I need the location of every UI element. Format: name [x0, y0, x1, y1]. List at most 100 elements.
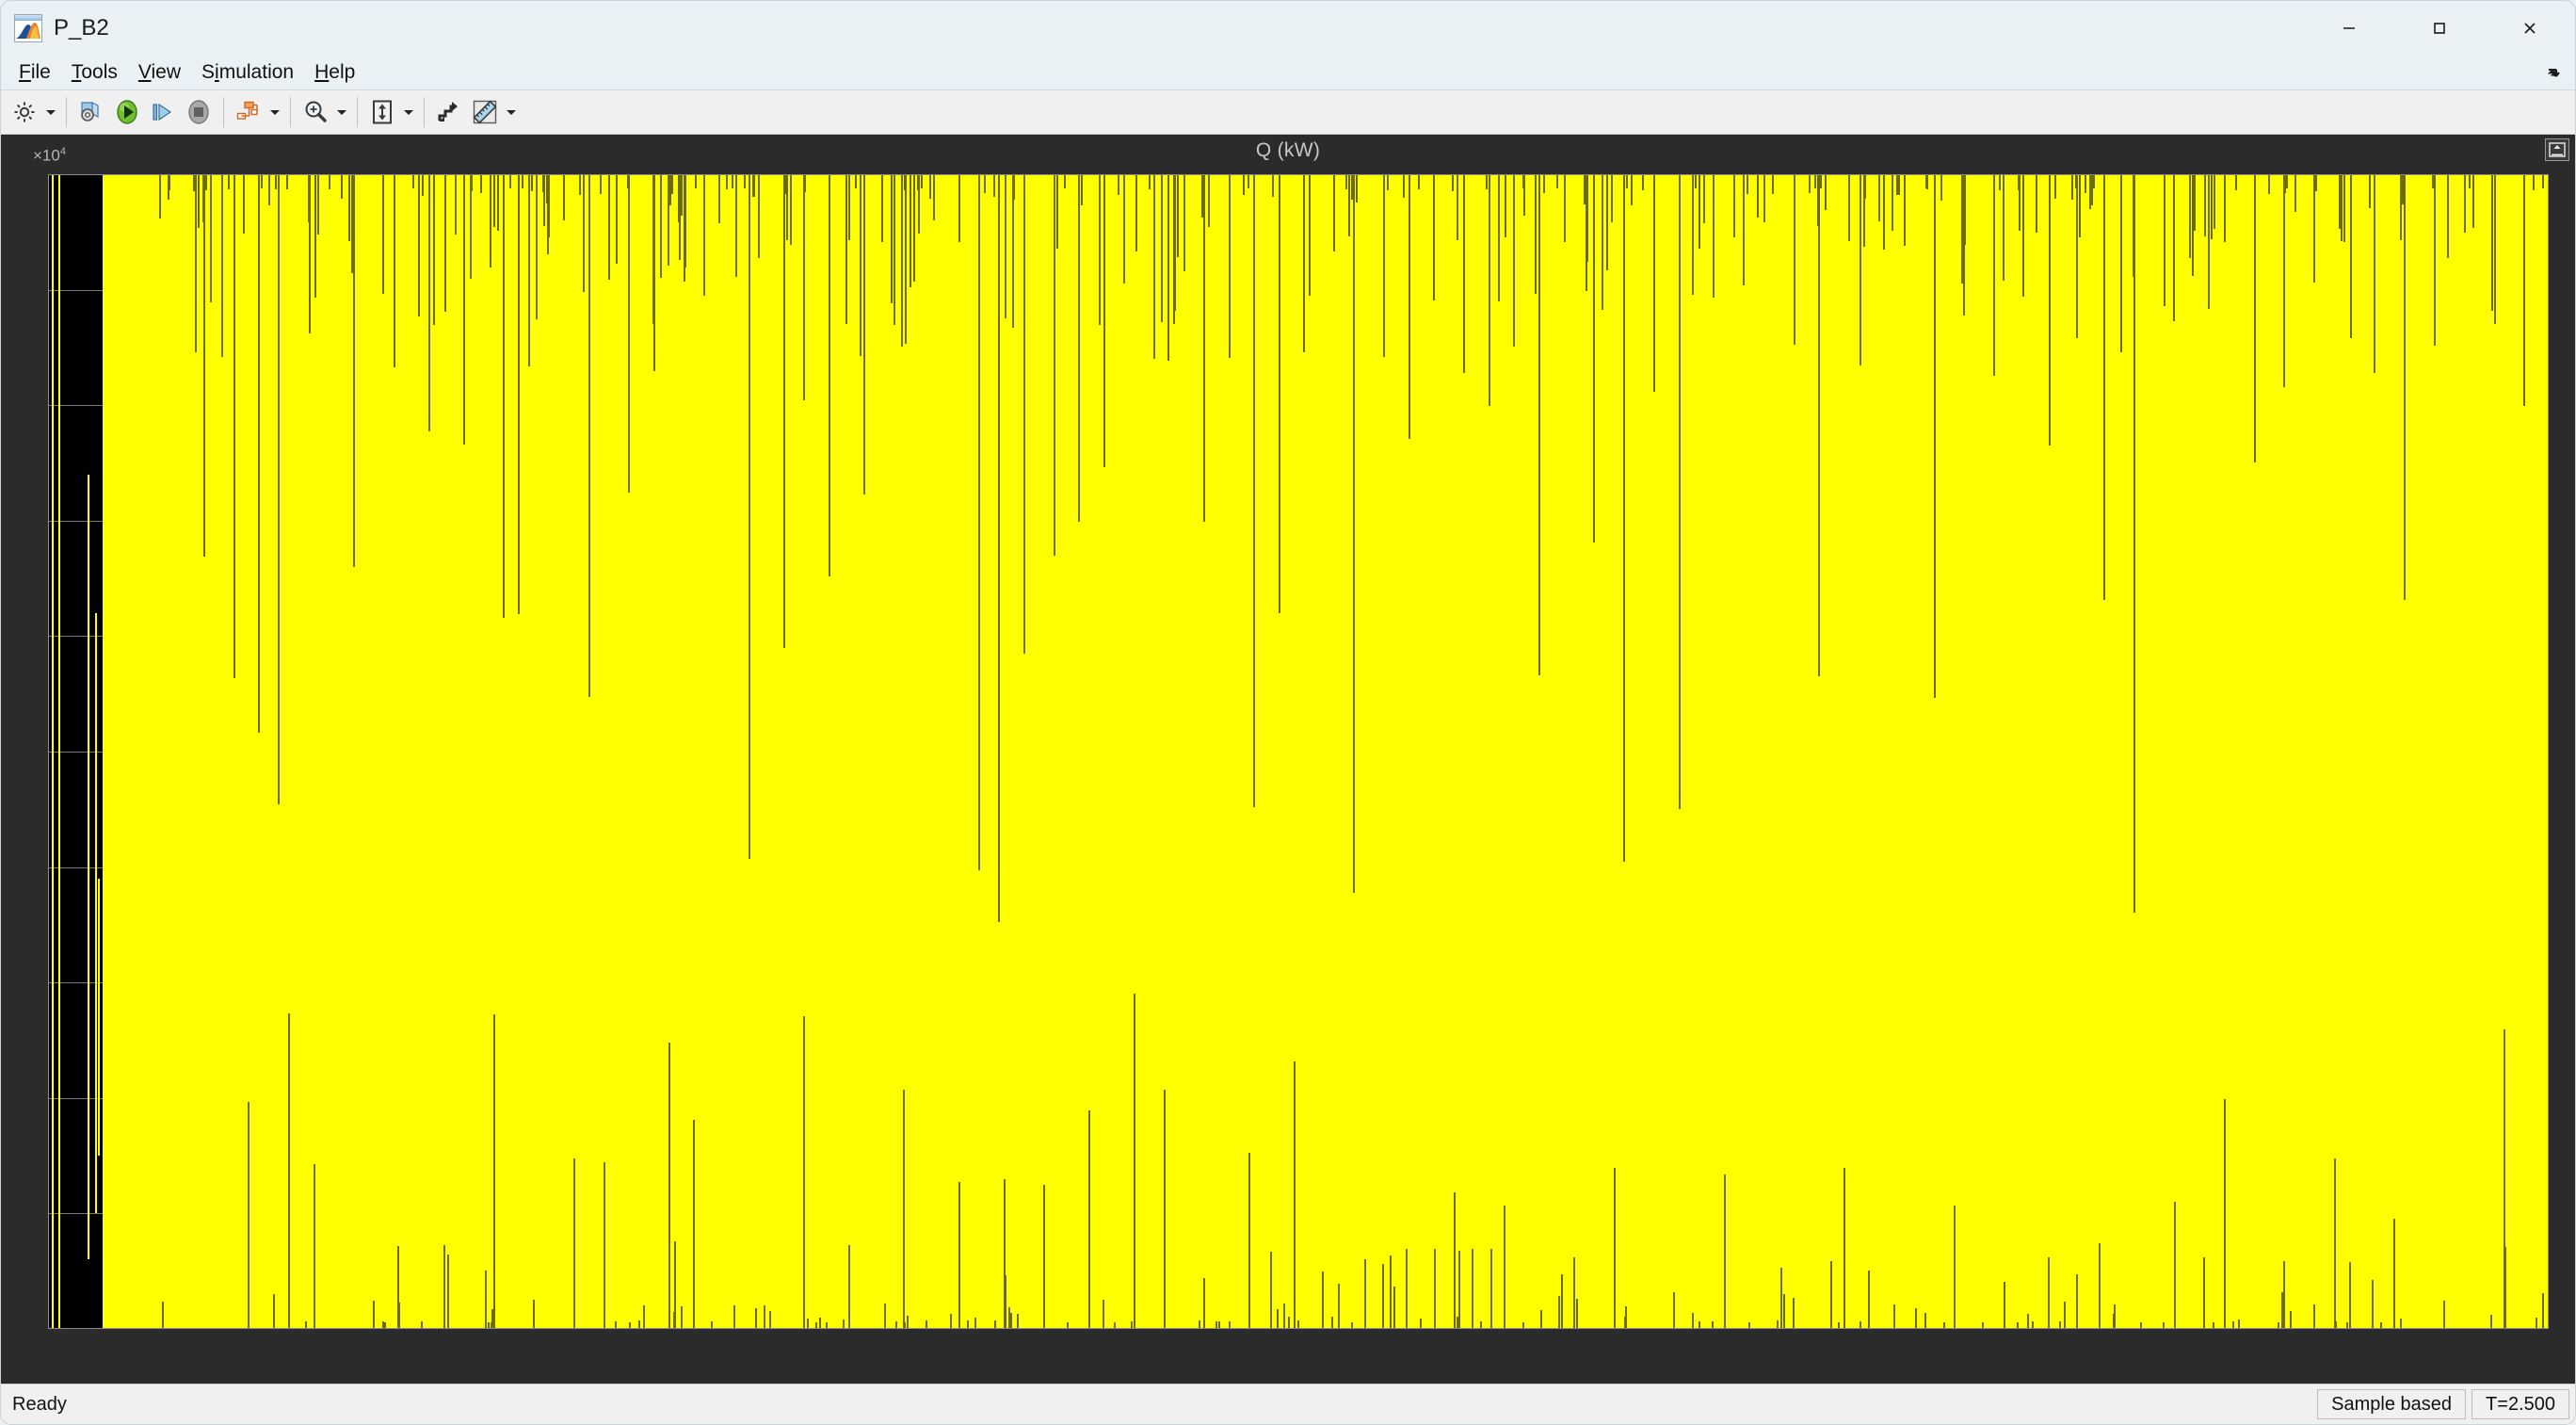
signal-notch	[484, 1271, 487, 1329]
signal-notch	[974, 1318, 976, 1329]
maximize-button[interactable]	[2394, 1, 2485, 56]
signal-notch	[517, 174, 520, 236]
toolbar-separator	[424, 97, 425, 127]
signal-notch	[925, 1320, 927, 1329]
toolbar-separator	[223, 97, 224, 127]
signal-notch	[2494, 174, 2497, 288]
scope-display: Q (kW) ×104 10.80.60.40.20-0.2-0.4-0.6-0…	[1, 135, 2575, 1384]
signal-notch	[1498, 174, 1501, 302]
minimize-button[interactable]	[2304, 1, 2394, 56]
measurements-caret[interactable]	[503, 94, 520, 130]
signal-notch	[1575, 1298, 1578, 1329]
signal-notch	[1513, 174, 1516, 348]
signal-notch	[659, 174, 662, 278]
menu-file[interactable]: File	[8, 58, 61, 87]
signal-selector-button[interactable]	[231, 94, 266, 130]
signal-notch	[950, 1314, 953, 1329]
configuration-properties-caret[interactable]	[42, 94, 59, 130]
menu-simulation[interactable]: Simulation	[191, 58, 304, 87]
signal-notch	[667, 174, 669, 267]
signal-notch	[547, 174, 550, 254]
menu-tools[interactable]: Tools	[61, 58, 128, 87]
autoscale-button[interactable]	[364, 94, 400, 130]
signal-notch	[2403, 174, 2406, 600]
signal-notch	[1860, 174, 1862, 365]
signal-notch	[2076, 174, 2079, 338]
signal-notch	[1611, 174, 1614, 223]
signal-notch	[273, 1293, 276, 1329]
signal-notch	[652, 174, 655, 324]
restore-axes-icon[interactable]	[2545, 138, 2569, 161]
signal-notch	[744, 174, 747, 188]
zoom-in-button[interactable]	[298, 94, 333, 130]
signal-notch	[2163, 174, 2165, 306]
signal-notch	[854, 174, 857, 188]
signal-notch	[454, 174, 457, 235]
configuration-properties-button[interactable]	[7, 94, 42, 130]
signal-notch	[1272, 174, 1275, 197]
signal-notch	[845, 174, 848, 325]
signal-notch	[2139, 1321, 2142, 1329]
signal-notch	[2213, 174, 2215, 230]
signal-notch	[491, 1308, 493, 1329]
signal-notch	[2203, 1257, 2206, 1329]
autoscale-caret[interactable]	[400, 94, 417, 130]
signal-notch	[1540, 1310, 1543, 1329]
cursor-measurements-button[interactable]	[431, 94, 467, 130]
toolbar-separator	[290, 97, 291, 127]
signal-notch	[1538, 174, 1540, 675]
signal-notch	[1303, 174, 1306, 353]
signal-notch	[2098, 1243, 2101, 1329]
run-with-parameters-button[interactable]	[73, 94, 109, 130]
signal-notch	[790, 174, 793, 245]
signal-notch	[1004, 174, 1006, 318]
signal-notch	[978, 174, 981, 871]
zoom-in-caret[interactable]	[333, 94, 350, 130]
signal-notch	[1480, 1321, 1483, 1329]
signal-notch	[1485, 174, 1488, 189]
close-button[interactable]	[2485, 1, 2575, 56]
stop-button[interactable]	[181, 94, 217, 130]
signal-notch	[628, 174, 631, 493]
signal-notch	[1653, 174, 1656, 393]
signal-notch	[2283, 174, 2286, 387]
signal-selector-caret[interactable]	[266, 94, 283, 130]
signal-notch	[626, 174, 629, 188]
signal-notch	[1924, 1313, 1926, 1329]
menu-help[interactable]: Help	[304, 58, 365, 87]
signal-notch	[1433, 174, 1436, 300]
menu-view[interactable]: View	[128, 58, 191, 87]
signal-notch	[347, 174, 350, 241]
signal-notch	[1386, 174, 1389, 191]
signal-notch	[1896, 174, 1899, 190]
signal-notch	[1924, 174, 1927, 188]
signal-notch	[1472, 1248, 1473, 1329]
signal-notch	[629, 1321, 631, 1329]
signal-notch	[828, 174, 830, 576]
menu-expand-arrow-icon[interactable]	[2543, 63, 2564, 84]
signal-notch	[2393, 1218, 2396, 1329]
signal-notch	[2132, 174, 2134, 278]
measurements-button[interactable]	[467, 94, 503, 130]
signal-notch	[2047, 1257, 2050, 1329]
plot-area[interactable]: 10.80.60.40.20-0.2-0.4-0.6-0.8-100.511.5…	[48, 174, 2549, 1329]
signal-notch	[308, 174, 311, 333]
step-forward-button[interactable]	[145, 94, 181, 130]
signal-notch	[2112, 1314, 2115, 1329]
signal-notch	[900, 174, 903, 348]
signal-notch	[2213, 1321, 2215, 1329]
signal-notch	[731, 174, 733, 189]
run-button[interactable]	[109, 94, 145, 130]
signal-notch	[1203, 174, 1206, 523]
signal-notch	[1080, 174, 1083, 206]
signal-notch	[2443, 1300, 2446, 1329]
signal-notch	[2223, 174, 2226, 243]
signal-notch	[725, 174, 728, 189]
signal-notch	[2312, 1304, 2315, 1329]
signal-notch	[819, 1318, 822, 1329]
signal-notch	[883, 1303, 886, 1329]
signal-notch	[1522, 174, 1525, 217]
signal-notch	[1809, 174, 1811, 193]
signal-notch	[1353, 174, 1356, 893]
signal-notch	[1293, 1061, 1296, 1329]
